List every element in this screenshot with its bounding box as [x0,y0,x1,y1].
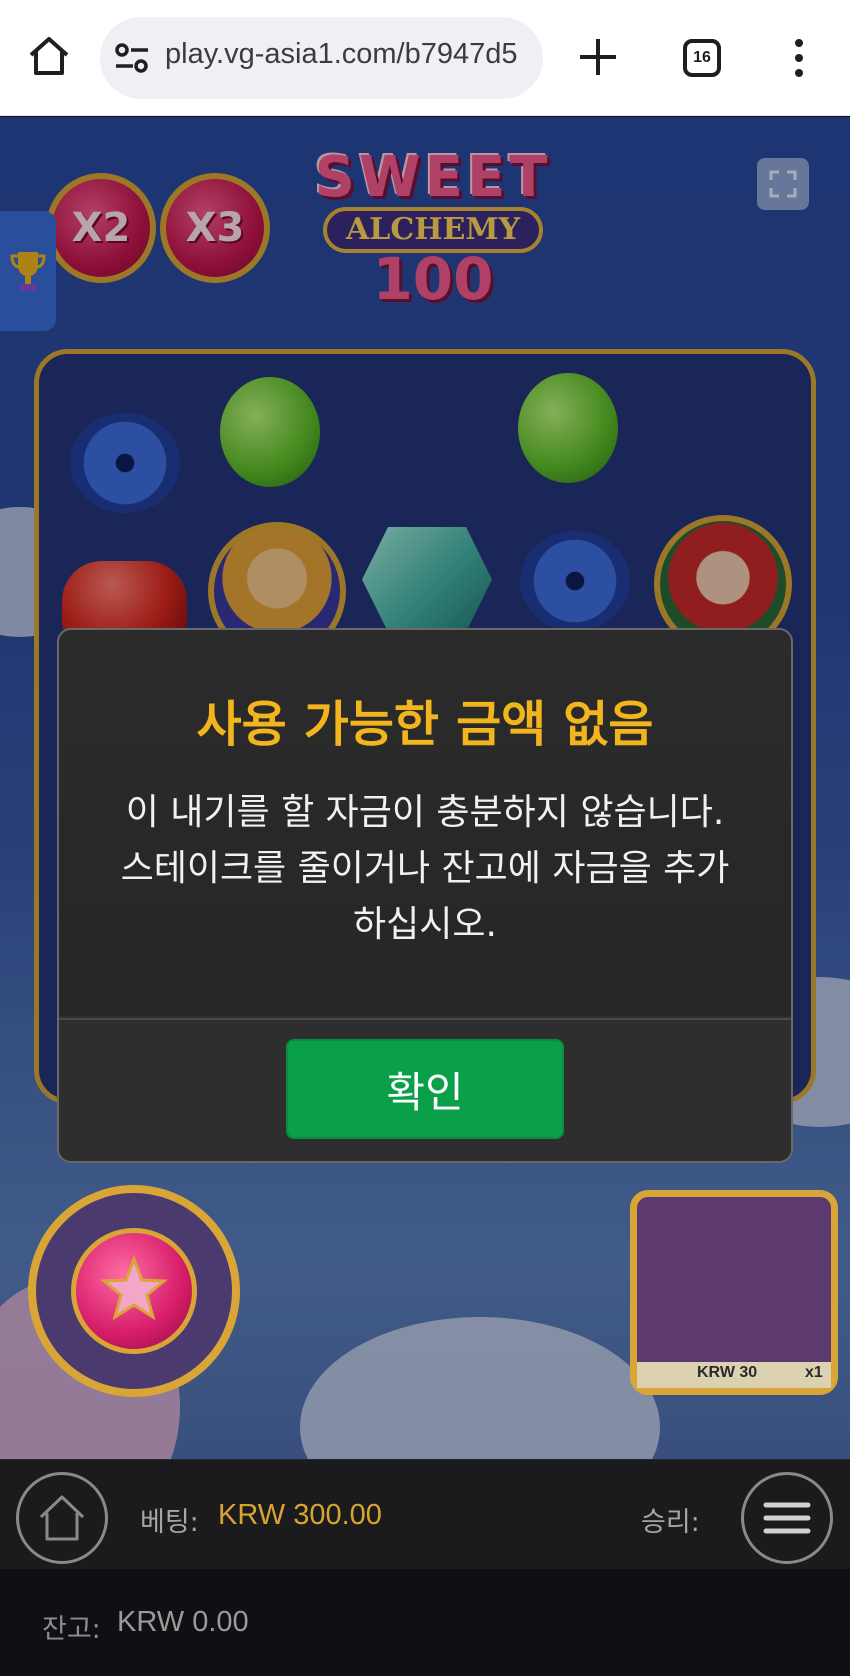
lobby-home-button[interactable] [16,1472,108,1564]
bet-value: KRW 300.00 [218,1499,382,1531]
bet-bar: 베팅: KRW 300.00 승리: [0,1459,850,1569]
site-settings-icon[interactable] [114,41,150,75]
home-icon[interactable] [26,33,72,79]
bet-label: 베팅: [140,1507,199,1538]
buy-feature-panel[interactable]: KRW 30 x1 [630,1190,838,1395]
buy-feature-strip: KRW 30 x1 [637,1362,831,1388]
flower-star-icon [100,1255,168,1321]
dialog-message-line: 스테이크를 줄이거나 잔고에 자금을 추가 [120,848,730,889]
balance-label: 잔고: [42,1614,101,1645]
more-menu-icon[interactable] [789,38,809,78]
win-label: 승리: [641,1507,700,1538]
url-text[interactable]: play.vg-asia1.com/b7947d5 [165,38,527,71]
new-tab-icon[interactable] [577,36,619,78]
hamburger-menu-icon [763,1502,811,1534]
buy-feature-multiplier: x1 [805,1364,823,1381]
dialog-title: 사용 가능한 금액 없음 [196,696,654,753]
feature-medal [28,1185,240,1397]
medal-orb [71,1228,197,1354]
dialog-message-line: 하십시오. [353,904,497,945]
browser-toolbar: play.vg-asia1.com/b7947d5 16 [0,0,850,116]
game-menu-button[interactable] [741,1472,833,1564]
buy-feature-price: KRW 30 [697,1364,758,1381]
dialog-body: 사용 가능한 금액 없음 이 내기를 할 자금이 충분하지 않습니다. 스테이크… [59,630,791,1016]
insufficient-funds-dialog: 사용 가능한 금액 없음 이 내기를 할 자금이 충분하지 않습니다. 스테이크… [57,628,793,1163]
dialog-message-line: 이 내기를 할 자금이 충분하지 않습니다. [125,792,725,833]
confirm-button[interactable]: 확인 [286,1039,564,1139]
balance-bar: 잔고: KRW 0.00 [0,1569,850,1676]
balance-value: KRW 0.00 [117,1606,249,1638]
dialog-message: 이 내기를 할 자금이 충분하지 않습니다. 스테이크를 줄이거나 잔고에 자금… [79,785,771,953]
tab-switcher-button[interactable]: 16 [683,39,721,77]
home-icon [39,1495,85,1541]
